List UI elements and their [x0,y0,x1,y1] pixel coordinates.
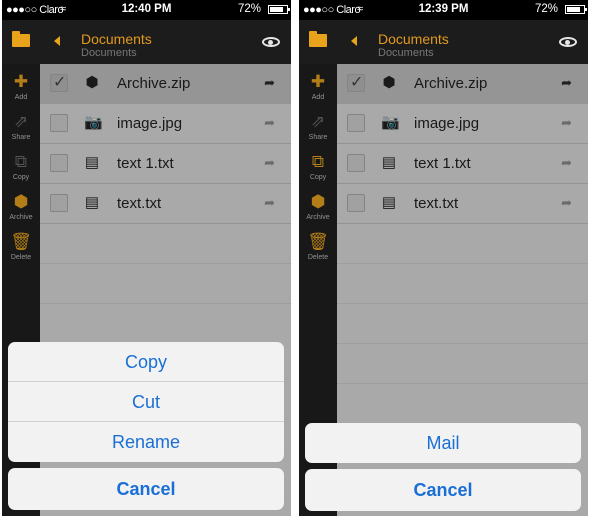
status-bar: ●●●○○ Claro ≈ 12:40 PM 72% [2,0,291,20]
battery-icon [565,5,587,14]
folder-icon[interactable] [12,31,30,47]
action-sheet: Mail [305,423,581,463]
phone-screen-left: ●●●○○ Claro ≈ 12:40 PM 72% Documents Doc… [2,0,291,516]
phone-screen-right: ●●●○○ Claro ≈ 12:39 PM 72% Documents Doc… [299,0,588,516]
copy-button[interactable]: Copy [8,342,284,382]
eye-icon[interactable] [262,37,280,47]
nav-subtitle: Documents [378,47,434,59]
nav-title: Documents [378,31,449,47]
back-icon[interactable] [54,36,60,46]
battery-icon [268,5,290,14]
cut-button[interactable]: Cut [8,382,284,422]
cancel-button[interactable]: Cancel [8,468,284,510]
battery-percent: 72% [534,3,558,15]
rename-button[interactable]: Rename [8,422,284,462]
battery-percent: 72% [237,3,261,15]
status-bar: ●●●○○ Claro ≈ 12:39 PM 72% [299,0,588,20]
mail-button[interactable]: Mail [305,423,581,463]
back-icon[interactable] [351,36,357,46]
action-sheet: Copy Cut Rename [8,342,284,462]
nav-subtitle: Documents [81,47,137,59]
nav-bar: Documents Documents [2,20,291,64]
folder-icon[interactable] [309,31,327,47]
nav-title: Documents [81,31,152,47]
eye-icon[interactable] [559,37,577,47]
cancel-button[interactable]: Cancel [305,469,581,511]
nav-bar: Documents Documents [299,20,588,64]
